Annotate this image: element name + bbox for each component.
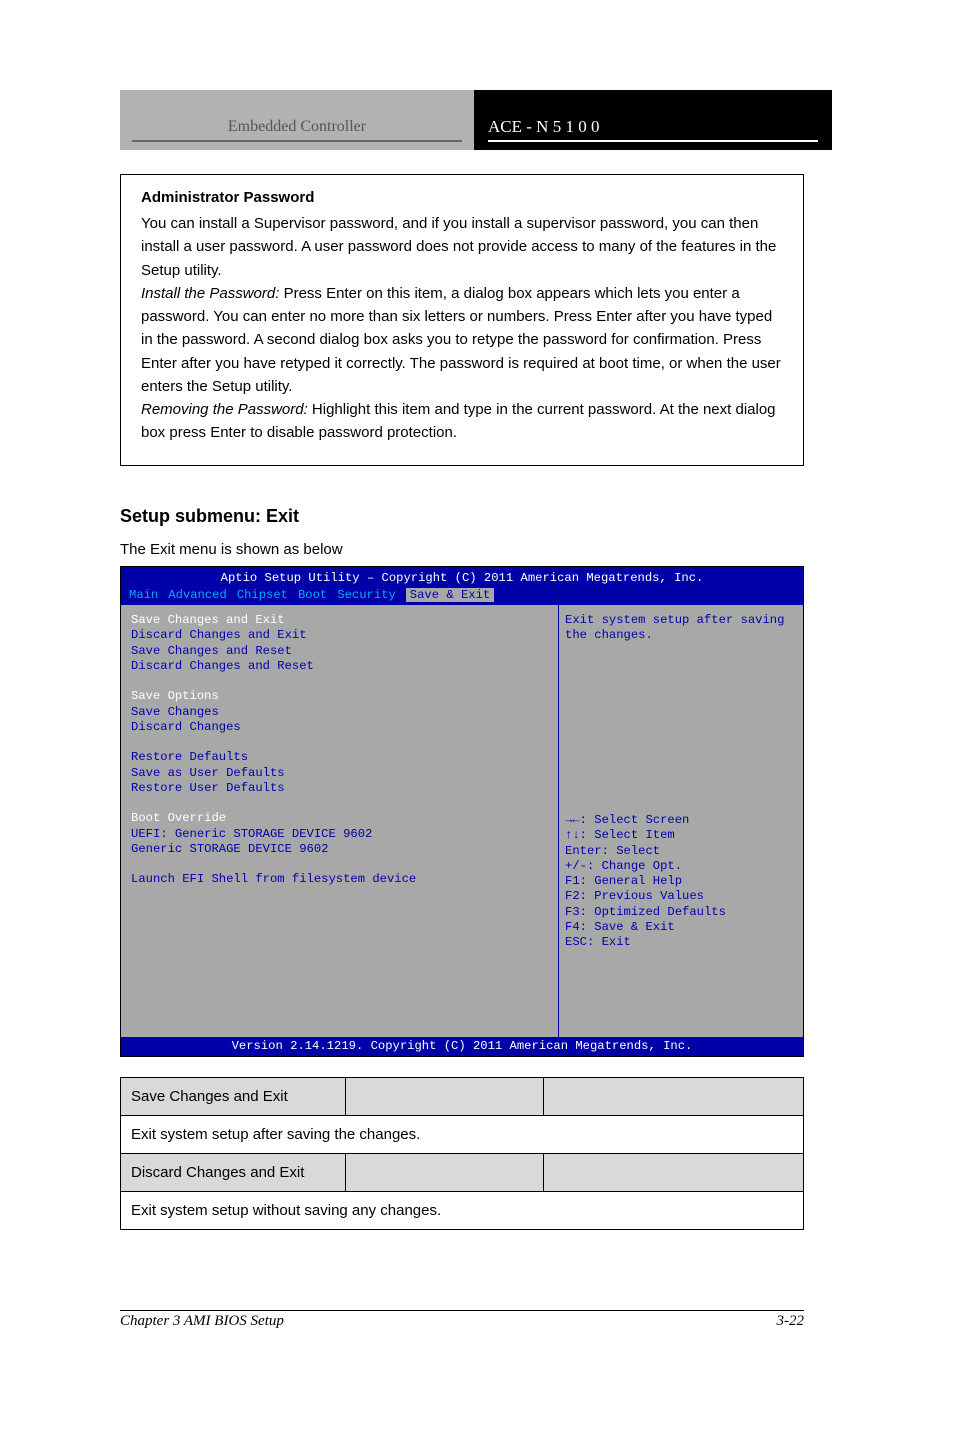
bios-help-text: Exit system setup after saving the chang… (565, 613, 797, 813)
opt2-col3 (544, 1154, 804, 1192)
option-table-1: Save Changes and Exit Exit system setup … (120, 1077, 804, 1230)
table-row: Exit system setup without saving any cha… (121, 1192, 804, 1230)
bios-left-pane: Save Changes and ExitDiscard Changes and… (121, 605, 559, 1037)
bios-key-hint: →←: Select Screen (565, 813, 797, 828)
page-footer: Chapter 3 AMI BIOS Setup 3-22 (120, 1310, 804, 1330)
opt2-name: Discard Changes and Exit (121, 1154, 346, 1192)
opt1-col3 (544, 1078, 804, 1116)
bios-list-item: Discard Changes (131, 720, 548, 735)
bios-list-item (131, 674, 548, 689)
bios-right-pane: Exit system setup after saving the chang… (559, 605, 803, 1037)
exit-section-sub: The Exit menu is shown as below (120, 541, 954, 558)
bios-list-item: Save as User Defaults (131, 766, 548, 781)
footer-right: 3-22 (777, 1313, 805, 1330)
bios-list-item: Restore Defaults (131, 750, 548, 765)
opt2-col2 (346, 1154, 544, 1192)
bios-menu-item: Main (129, 588, 158, 602)
bios-list-item: UEFI: Generic STORAGE DEVICE 9602 (131, 827, 548, 842)
bios-key-hint: F1: General Help (565, 874, 797, 889)
bios-menu-item: Security (337, 588, 396, 602)
bios-list-item: Save Options (131, 689, 548, 704)
bios-key-hint: F2: Previous Values (565, 889, 797, 904)
admin-password-title: Administrator Password (141, 189, 783, 206)
bios-list-item: Restore User Defaults (131, 781, 548, 796)
bios-list-item: Save Changes and Exit (131, 613, 548, 628)
table-row: Exit system setup after saving the chang… (121, 1116, 804, 1154)
bios-menu-item: Save & Exit (406, 588, 494, 602)
opt1-name: Save Changes and Exit (121, 1078, 346, 1116)
bios-key-hint: +/-: Change Opt. (565, 859, 797, 874)
bios-help-keys: →←: Select Screen↑↓: Select ItemEnter: S… (565, 813, 797, 950)
bios-list-item: Generic STORAGE DEVICE 9602 (131, 842, 548, 857)
bios-title: Aptio Setup Utility – Copyright (C) 2011… (121, 567, 803, 586)
header-left-label: Embedded Controller (132, 114, 462, 142)
bios-footer: Version 2.14.1219. Copyright (C) 2011 Am… (121, 1037, 803, 1056)
bios-list-item: Save Changes (131, 705, 548, 720)
admin-password-box: Administrator Password You can install a… (120, 174, 804, 466)
bios-key-hint: F4: Save & Exit (565, 920, 797, 935)
bios-menu-bar: Main Advanced Chipset Boot Security Save & Ex… (121, 586, 803, 605)
bios-list-item: Discard Changes and Exit (131, 628, 548, 643)
info-line2-lead: Install the Password: (141, 285, 279, 302)
bios-key-hint: F3: Optimized Defaults (565, 905, 797, 920)
header-right-label: ACE - N 5 1 0 0 (488, 114, 818, 142)
bios-list-item: Discard Changes and Reset (131, 659, 548, 674)
header-right-cell: ACE - N 5 1 0 0 (474, 90, 832, 150)
page-header: Embedded Controller ACE - N 5 1 0 0 (120, 90, 832, 150)
bios-list-item (131, 857, 548, 872)
bios-menu-item: Boot (298, 588, 327, 602)
footer-left: Chapter 3 AMI BIOS Setup (120, 1313, 284, 1330)
bios-menu-item: Advanced (168, 588, 227, 602)
header-left-cell: Embedded Controller (120, 90, 474, 150)
bios-key-hint: Enter: Select (565, 844, 797, 859)
bios-list-item (131, 796, 548, 811)
bios-key-hint: ESC: Exit (565, 935, 797, 950)
admin-password-body: You can install a Supervisor password, a… (141, 212, 783, 445)
bios-body: Save Changes and ExitDiscard Changes and… (121, 605, 803, 1037)
table-row: Discard Changes and Exit (121, 1154, 804, 1192)
opt1-col2 (346, 1078, 544, 1116)
opt2-desc: Exit system setup without saving any cha… (121, 1192, 804, 1230)
bios-list-item: Launch EFI Shell from filesystem device (131, 872, 548, 887)
table-row: Save Changes and Exit (121, 1078, 804, 1116)
opt1-desc: Exit system setup after saving the chang… (121, 1116, 804, 1154)
exit-section-title: Setup submenu: Exit (120, 506, 954, 527)
bios-menu-item: Chipset (237, 588, 288, 602)
bios-list-item: Boot Override (131, 811, 548, 826)
info-line1: You can install a Supervisor password, a… (141, 215, 776, 279)
bios-list-item: Save Changes and Reset (131, 644, 548, 659)
info-line3-lead: Removing the Password: (141, 401, 308, 418)
bios-key-hint: ↑↓: Select Item (565, 828, 797, 843)
bios-screenshot: Aptio Setup Utility – Copyright (C) 2011… (120, 566, 804, 1058)
bios-list-item (131, 735, 548, 750)
